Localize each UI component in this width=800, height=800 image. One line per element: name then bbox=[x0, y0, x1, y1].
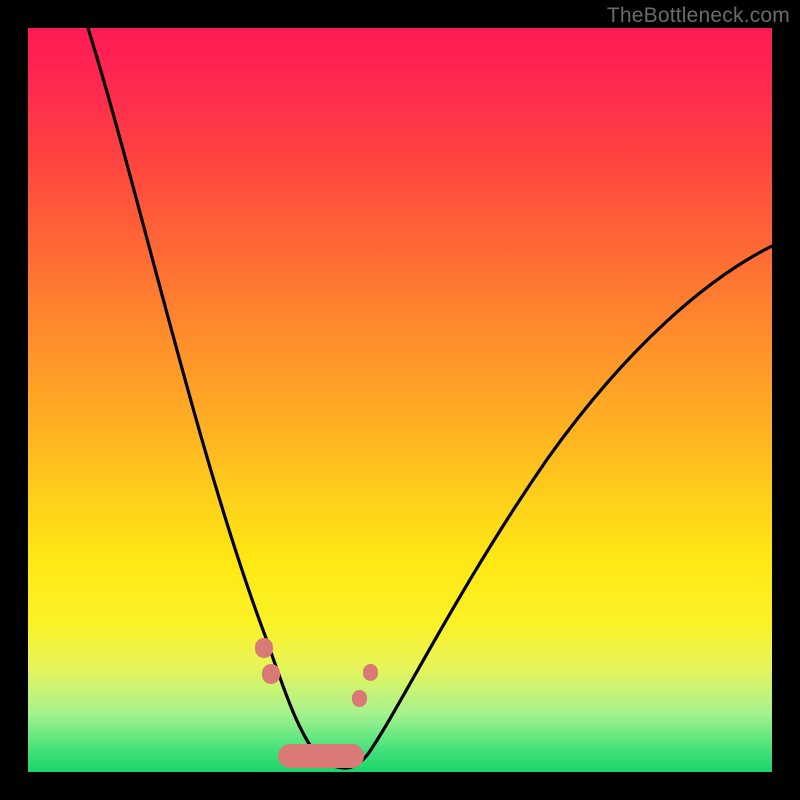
plot-area bbox=[28, 28, 772, 772]
chart-frame: TheBottleneck.com bbox=[0, 0, 800, 800]
blob-right-lower bbox=[352, 690, 367, 707]
watermark-text: TheBottleneck.com bbox=[607, 4, 790, 28]
blob-right-upper bbox=[363, 664, 378, 681]
blob-left-upper bbox=[255, 638, 273, 658]
blob-left-lower bbox=[262, 664, 280, 684]
bottleneck-curve bbox=[28, 28, 772, 772]
blob-bottom-bar bbox=[278, 744, 364, 768]
